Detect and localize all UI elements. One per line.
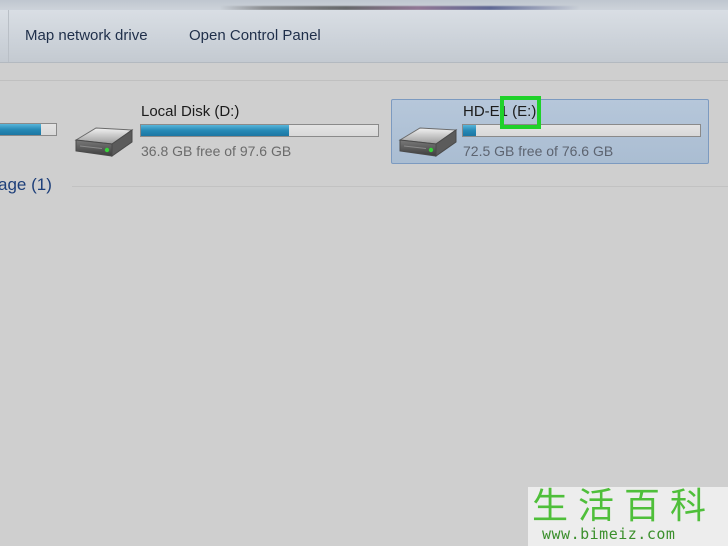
window-top-strip	[0, 0, 728, 10]
drive-letter-highlight-box	[500, 96, 541, 129]
command-toolbar: Map network drive Open Control Panel	[0, 10, 728, 63]
drive-usage-fill	[0, 124, 42, 135]
map-network-drive-button[interactable]: Map network drive	[25, 24, 148, 48]
section-divider	[0, 80, 728, 81]
watermark: 生活百科 www.bimeiz.com	[528, 487, 728, 546]
drive-free-space-label: 72.5 GB free of 76.6 GB	[463, 143, 614, 159]
hard-drive-icon	[398, 127, 458, 157]
drive-usage-bar	[140, 124, 379, 137]
drive-usage-bar	[462, 124, 701, 137]
drive-free-space-label: 36.8 GB free of 97.6 GB	[141, 143, 292, 159]
drive-name-label: Local Disk (D:)	[141, 103, 240, 120]
drive-usage-fill	[141, 125, 289, 136]
toolbar-separator	[0, 10, 9, 62]
drive-usage-bar	[0, 123, 57, 136]
group-header-divider	[72, 186, 728, 187]
watermark-url: www.bimeiz.com	[542, 525, 676, 543]
watermark-logo-text: 生活百科	[532, 486, 717, 527]
explorer-window: Map network drive Open Control Panel Loc…	[0, 0, 728, 546]
group-header-removable-storage[interactable]: age (1)	[0, 175, 52, 195]
drive-usage-fill	[463, 125, 476, 136]
hard-drive-icon	[74, 127, 134, 157]
open-control-panel-button[interactable]: Open Control Panel	[189, 24, 321, 48]
